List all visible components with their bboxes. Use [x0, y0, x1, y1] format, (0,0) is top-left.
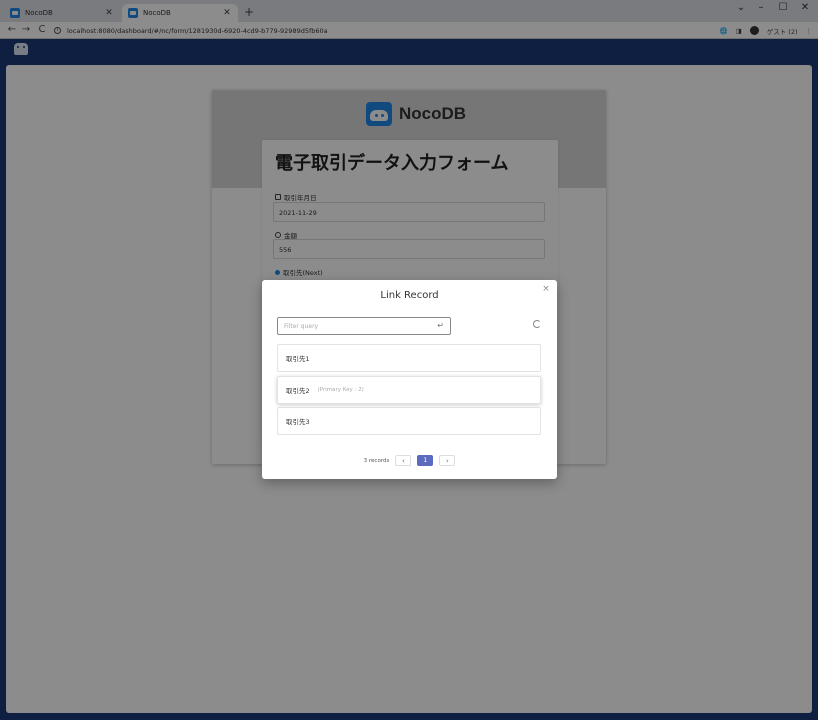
record-count: 3 records — [363, 457, 390, 464]
page-1-button[interactable]: 1 — [417, 455, 434, 466]
list-item[interactable]: 取引先1 — [277, 344, 541, 372]
record-label: 取引先2 — [286, 387, 310, 395]
primary-key-hint: (Primary Key : 2) — [317, 387, 364, 393]
list-item[interactable]: 取引先3 — [277, 407, 541, 435]
prev-page-button[interactable]: ‹ — [395, 455, 412, 466]
record-label: 取引先3 — [286, 418, 310, 426]
modal-title: Link Record — [380, 290, 439, 301]
pagination: 3 records ‹ 1 › — [262, 455, 557, 466]
reload-icon[interactable] — [533, 320, 541, 328]
record-label: 取引先1 — [286, 355, 310, 363]
enter-icon[interactable]: ↵ — [437, 321, 444, 330]
list-item[interactable]: 取引先2 (Primary Key : 2) — [277, 376, 541, 404]
next-page-button[interactable]: › — [439, 455, 456, 466]
link-record-modal: × Link Record ↵ 取引先1 取引先2 (Primary Key :… — [262, 280, 557, 479]
filter-box: ↵ — [277, 317, 451, 335]
filter-query-input[interactable] — [278, 318, 428, 334]
